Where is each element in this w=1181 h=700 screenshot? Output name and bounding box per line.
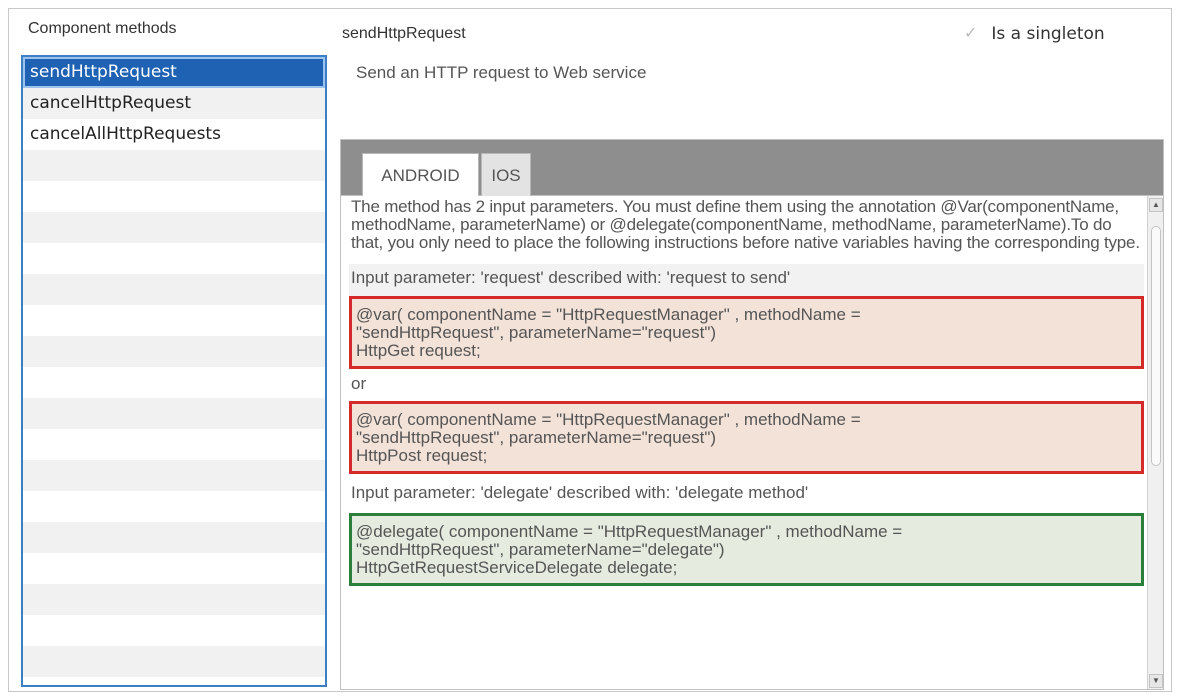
method-item-empty (23, 212, 325, 243)
methods-list[interactable]: sendHttpRequest cancelHttpRequest cancel… (21, 55, 327, 687)
vertical-scrollbar[interactable]: ▲ ▼ (1147, 196, 1163, 689)
tab-content: The method has 2 input parameters. You m… (340, 196, 1164, 690)
code-block-httpget: @var( componentName = "HttpRequestManage… (349, 296, 1144, 369)
check-icon[interactable]: ✓ (964, 25, 977, 43)
code-line: "sendHttpRequest", parameterName="reques… (356, 428, 717, 447)
methods-title: Component methods (28, 20, 177, 37)
method-item-empty (23, 429, 325, 460)
singleton-label: Is a singleton (991, 24, 1105, 44)
code-block-httppost: @var( componentName = "HttpRequestManage… (349, 401, 1144, 474)
method-item-empty (23, 274, 325, 305)
singleton-checkbox[interactable]: ✓ Is a singleton (964, 24, 1105, 44)
method-description: Send an HTTP request to Web service (356, 63, 647, 82)
arrow-up-icon[interactable]: ▲ (1149, 198, 1163, 212)
method-item-empty (23, 584, 325, 615)
code-line: @delegate( componentName = "HttpRequestM… (356, 522, 903, 541)
param-request-row: Input parameter: 'request' described wit… (349, 264, 1144, 296)
method-item-empty (23, 243, 325, 274)
method-item-empty (23, 460, 325, 491)
content-scroll-area[interactable]: The method has 2 input parameters. You m… (349, 196, 1144, 689)
code-line: HttpGet request; (356, 341, 481, 360)
method-item-empty (23, 398, 325, 429)
code-line: HttpPost request; (356, 446, 488, 465)
method-item-empty (23, 553, 325, 584)
code-line: HttpGetRequestServiceDelegate delegate; (356, 558, 678, 577)
method-item-empty (23, 491, 325, 522)
method-name-title: sendHttpRequest (342, 25, 466, 42)
method-item-empty (23, 522, 325, 553)
method-item-empty (23, 646, 325, 677)
method-item-empty (23, 305, 325, 336)
param-delegate-text: Input parameter: 'delegate' described wi… (351, 483, 809, 502)
scroll-thumb[interactable] (1151, 226, 1161, 466)
intro-text: The method has 2 input parameters. You m… (351, 197, 1140, 252)
method-item-empty (23, 677, 325, 685)
code-line: @var( componentName = "HttpRequestManage… (356, 305, 861, 324)
arrow-down-icon[interactable]: ▼ (1149, 674, 1163, 688)
method-item-cancelhttprequest[interactable]: cancelHttpRequest (23, 88, 325, 119)
method-item-empty (23, 367, 325, 398)
or-text: or (351, 374, 367, 393)
code-line: "sendHttpRequest", parameterName="reques… (356, 323, 717, 342)
code-line: @var( componentName = "HttpRequestManage… (356, 410, 861, 429)
param-request-text: Input parameter: 'request' described wit… (351, 268, 791, 287)
method-item-empty (23, 150, 325, 181)
tab-bar: ANDROID IOS (340, 139, 1164, 197)
tab-android[interactable]: ANDROID (362, 153, 479, 197)
code-line: "sendHttpRequest", parameterName="delega… (356, 540, 725, 559)
method-item-sendhttprequest[interactable]: sendHttpRequest (23, 57, 325, 88)
tab-ios[interactable]: IOS (481, 153, 531, 197)
method-item-cancelallhttprequests[interactable]: cancelAllHttpRequests (23, 119, 325, 150)
code-block-delegate: @delegate( componentName = "HttpRequestM… (349, 513, 1144, 586)
method-item-empty (23, 181, 325, 212)
method-item-empty (23, 336, 325, 367)
method-item-empty (23, 615, 325, 646)
